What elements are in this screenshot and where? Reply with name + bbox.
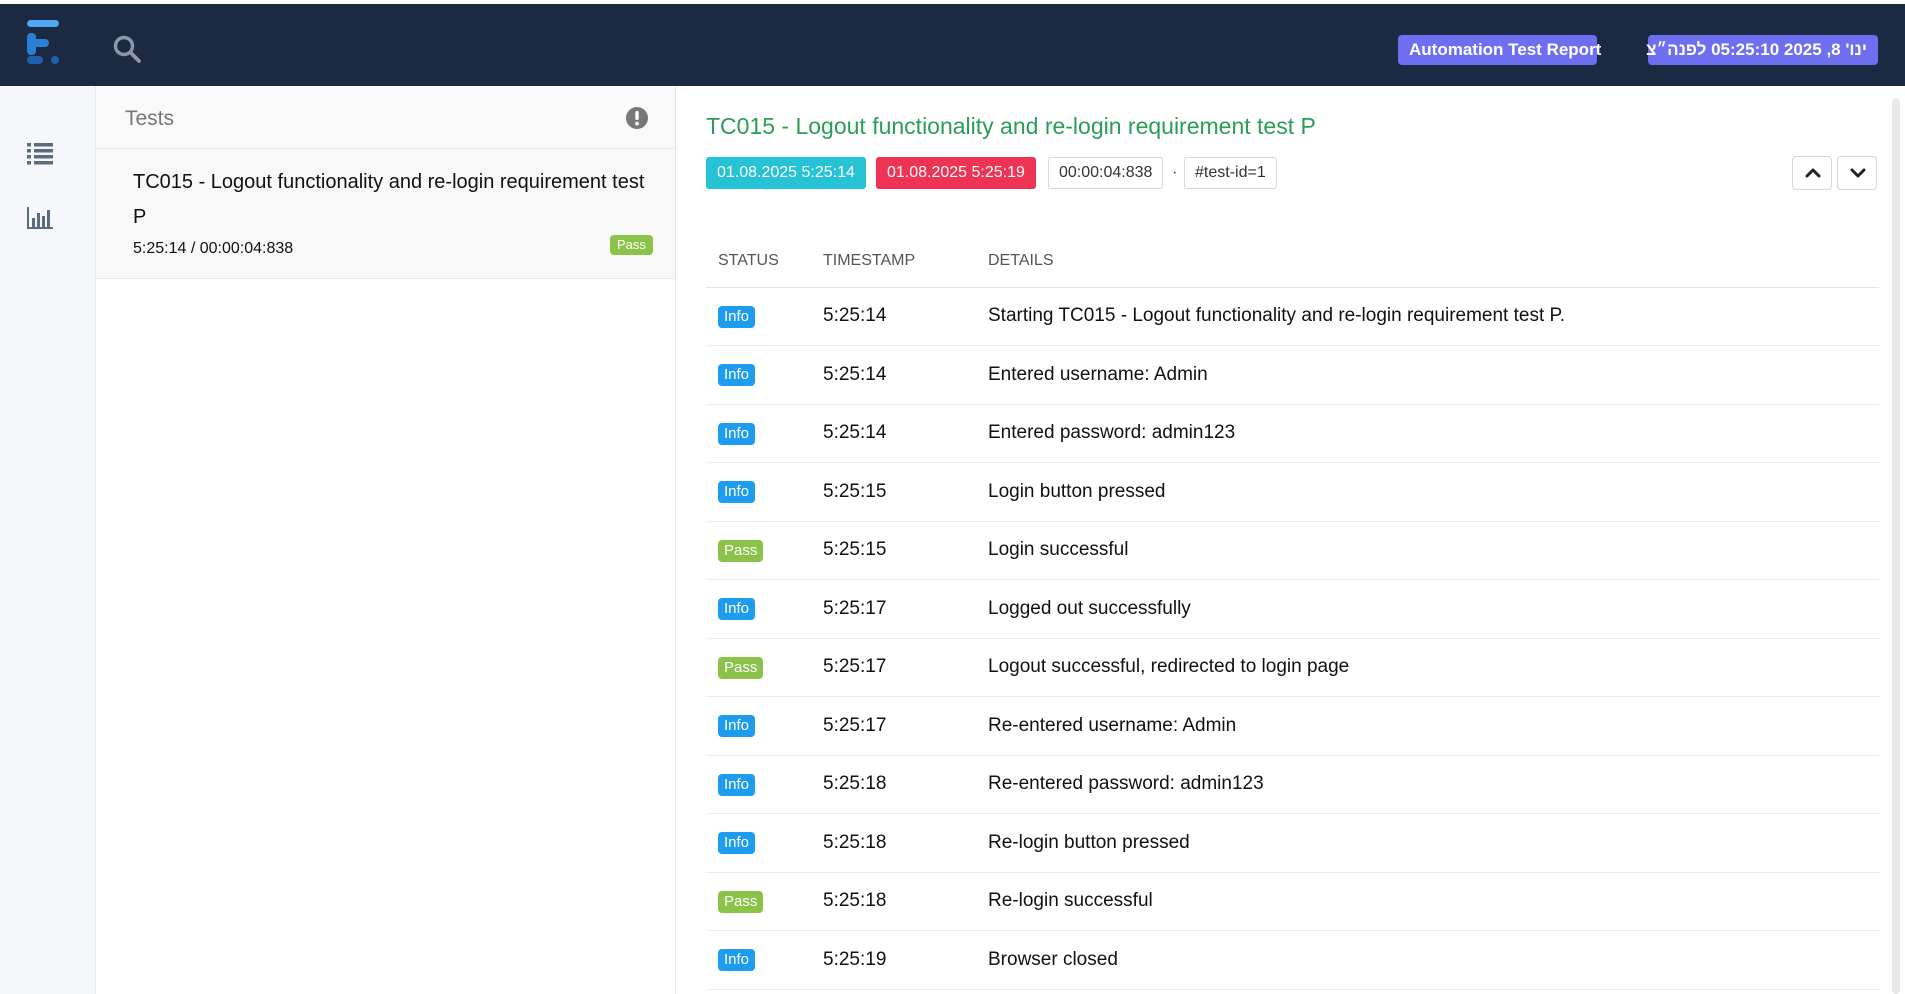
test-item-meta: 5:25:14 / 00:00:04:838 xyxy=(133,240,294,257)
log-details: Logged out successfully xyxy=(976,579,1879,639)
status-badge: Info xyxy=(718,305,756,328)
status-badge: Pass xyxy=(718,656,764,679)
status-badge: Info xyxy=(718,598,756,621)
log-timestamp: 5:25:14 xyxy=(811,345,976,405)
next-test-button[interactable] xyxy=(1837,156,1877,190)
status-badge: Info xyxy=(718,949,756,972)
log-timestamp: 5:25:19 xyxy=(811,930,976,990)
status-badge: Info xyxy=(718,773,756,796)
bar-chart-icon[interactable] xyxy=(25,204,55,232)
log-row: Info 5:25:14 Entered username: Admin xyxy=(706,345,1879,405)
log-status-cell: Info xyxy=(706,696,811,756)
badge-separator: · xyxy=(1172,164,1178,181)
list-icon[interactable] xyxy=(25,138,55,166)
log-status-cell: Info xyxy=(706,287,811,346)
log-status-cell: Pass xyxy=(706,638,811,697)
log-row: Info 5:25:18 Re-entered password: admin1… xyxy=(706,755,1879,814)
log-status-cell: Info xyxy=(706,930,811,990)
chevron-up-icon xyxy=(1805,168,1821,178)
test-detail-title: TC015 - Logout functionality and re-logi… xyxy=(706,113,1316,139)
status-badge: Info xyxy=(718,715,756,738)
log-timestamp: 5:25:14 xyxy=(811,287,976,346)
search-icon[interactable] xyxy=(112,34,142,64)
log-status-cell: Info xyxy=(706,345,811,405)
column-header-timestamp: TIMESTAMP xyxy=(811,236,976,288)
log-row: Info 5:25:18 Re-login button pressed xyxy=(706,813,1879,873)
log-timestamp: 5:25:15 xyxy=(811,521,976,580)
start-time-badge: 01.08.2025 5:25:14 xyxy=(706,157,866,189)
test-list-panel: Tests TC015 - Logout functionality and r… xyxy=(96,86,676,994)
side-navigation xyxy=(0,86,96,994)
log-status-cell: Info xyxy=(706,579,811,639)
top-navbar: Automation Test Report ינו' 8, 2025 05:2… xyxy=(0,0,1905,86)
log-status-cell: Info xyxy=(706,813,811,873)
log-details: Browser closed xyxy=(976,930,1879,990)
log-timestamp: 5:25:18 xyxy=(811,813,976,873)
status-badge: Info xyxy=(718,422,756,445)
log-details: Re-login successful xyxy=(976,872,1879,931)
report-name-badge: Automation Test Report xyxy=(1398,35,1601,65)
log-row: Info 5:25:17 Logged out successfully xyxy=(706,579,1879,639)
test-list-title: Tests xyxy=(125,107,175,130)
previous-test-button[interactable] xyxy=(1792,156,1832,190)
log-status-cell: Info xyxy=(706,404,811,463)
column-header-details: DETAILS xyxy=(976,236,1879,288)
chevron-down-icon xyxy=(1850,168,1866,178)
log-timestamp: 5:25:14 xyxy=(811,404,976,463)
log-status-cell: Info xyxy=(706,755,811,814)
status-badge: Info xyxy=(718,832,756,855)
page-scrollbar[interactable] xyxy=(1892,98,1900,994)
end-time-badge: 01.08.2025 5:25:19 xyxy=(876,157,1036,189)
log-row: Info 5:25:14 Entered password: admin123 xyxy=(706,404,1879,463)
log-details: Starting TC015 - Logout functionality an… xyxy=(976,287,1879,346)
log-details: Logout successful, redirected to login p… xyxy=(976,638,1879,697)
log-details: Entered password: admin123 xyxy=(976,404,1879,463)
test-item-status-badge: Pass xyxy=(610,235,653,255)
log-details: Re-entered username: Admin xyxy=(976,696,1879,756)
log-table-header-row: STATUS TIMESTAMP DETAILS xyxy=(706,236,1879,288)
column-header-status: STATUS xyxy=(706,236,811,288)
log-timestamp: 5:25:18 xyxy=(811,755,976,814)
log-details: Login button pressed xyxy=(976,462,1879,522)
log-timestamp: 5:25:17 xyxy=(811,696,976,756)
log-timestamp: 5:25:17 xyxy=(811,579,976,639)
exclamation-circle-icon[interactable] xyxy=(625,106,649,130)
log-row: Pass 5:25:15 Login successful xyxy=(706,521,1879,580)
log-row: Pass 5:25:18 Re-login successful xyxy=(706,872,1879,931)
log-row: Info 5:25:17 Re-entered username: Admin xyxy=(706,696,1879,756)
status-badge: Info xyxy=(718,481,756,504)
log-timestamp: 5:25:17 xyxy=(811,638,976,697)
log-status-cell: Info xyxy=(706,462,811,522)
status-badge: Pass xyxy=(718,890,764,913)
log-status-cell: Pass xyxy=(706,521,811,580)
log-timestamp: 5:25:18 xyxy=(811,872,976,931)
log-details: Re-entered password: admin123 xyxy=(976,755,1879,814)
log-row: Pass 5:25:17 Logout successful, redirect… xyxy=(706,638,1879,697)
test-item-name: TC015 - Logout functionality and re-logi… xyxy=(133,171,645,228)
test-detail-panel: TC015 - Logout functionality and re-logi… xyxy=(676,86,1905,994)
log-status-cell: Pass xyxy=(706,872,811,931)
log-row: Info 5:25:15 Login button pressed xyxy=(706,462,1879,522)
status-badge: Info xyxy=(718,364,756,387)
test-list-header: Tests xyxy=(96,86,675,149)
log-row: Info 5:25:19 Browser closed xyxy=(706,930,1879,990)
test-id-badge: #test-id=1 xyxy=(1184,157,1277,189)
extent-logo-icon[interactable] xyxy=(24,18,66,70)
log-row: Info 5:25:14 Starting TC015 - Logout fun… xyxy=(706,287,1879,346)
log-details: Login successful xyxy=(976,521,1879,580)
log-table: STATUS TIMESTAMP DETAILS Info 5:25:14 St… xyxy=(706,236,1879,990)
log-details: Re-login button pressed xyxy=(976,813,1879,873)
test-list-item[interactable]: TC015 - Logout functionality and re-logi… xyxy=(96,149,675,279)
report-date-badge: ינו' 8, 2025 05:25:10 לפנה״צ xyxy=(1646,35,1878,65)
log-details: Entered username: Admin xyxy=(976,345,1879,405)
duration-badge: 00:00:04:838 xyxy=(1048,157,1164,189)
log-timestamp: 5:25:15 xyxy=(811,462,976,522)
status-badge: Pass xyxy=(718,539,764,562)
